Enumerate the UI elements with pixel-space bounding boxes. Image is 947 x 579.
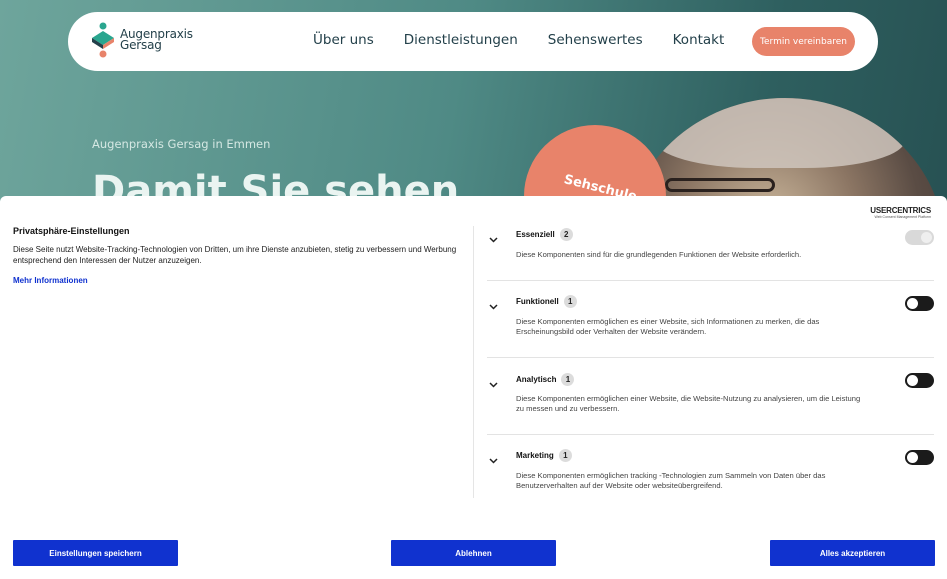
category-name: Essenziell	[516, 230, 555, 239]
chevron-down-icon[interactable]	[489, 230, 499, 243]
usercentrics-tagline: Web Consent Management Platform	[874, 215, 931, 219]
photo-hair	[655, 98, 905, 168]
category-header: Marketing 1	[516, 449, 572, 462]
category-essenziell: Essenziell 2 Diese Komponenten sind für …	[487, 228, 934, 268]
toggle-marketing[interactable]	[905, 450, 934, 465]
category-count-badge: 1	[561, 373, 575, 386]
photo-glasses	[665, 178, 775, 192]
category-funktionell: Funktionell 1 Diese Komponenten ermöglic…	[487, 295, 934, 343]
consent-description: Diese Seite nutzt Website-Tracking-Techn…	[13, 245, 457, 265]
category-divider	[487, 280, 934, 281]
chevron-down-icon[interactable]	[489, 297, 499, 310]
toggle-essenziell	[905, 230, 934, 245]
category-description: Diese Komponenten sind für die grundlege…	[516, 250, 802, 259]
consent-title: Privatsphäre-Einstellungen	[13, 226, 130, 236]
category-header: Analytisch 1	[516, 373, 575, 386]
chevron-down-icon[interactable]	[489, 451, 499, 464]
category-description: Diese Komponenten ermöglichen tracking -…	[516, 471, 826, 490]
save-settings-button[interactable]: Einstellungen speichern	[13, 540, 178, 566]
consent-intro: Privatsphäre-Einstellungen Diese Seite n…	[13, 226, 463, 288]
usercentrics-wordmark: USERCENTRICS	[870, 206, 931, 215]
nav-item-ueber-uns[interactable]: Über uns	[313, 32, 374, 48]
category-analytisch: Analytisch 1 Diese Komponenten ermöglich…	[487, 373, 934, 421]
category-divider	[487, 434, 934, 435]
category-header: Funktionell 1	[516, 295, 577, 308]
category-count-badge: 2	[559, 228, 573, 241]
category-marketing: Marketing 1 Diese Komponenten ermögliche…	[487, 449, 934, 497]
accept-all-button[interactable]: Alles akzeptieren	[770, 540, 935, 566]
toggle-analytisch[interactable]	[905, 373, 934, 388]
privacy-consent-panel: USERCENTRICS Web Consent Management Plat…	[0, 196, 947, 579]
nav-item-kontakt[interactable]: Kontakt	[673, 32, 725, 48]
hero-subtitle: Augenpraxis Gersag in Emmen	[92, 137, 271, 151]
category-description: Diese Komponenten ermöglichen einer Webs…	[516, 394, 861, 413]
brand-logo[interactable]: Augenpraxis Gersag	[90, 22, 193, 58]
category-name: Funktionell	[516, 297, 559, 306]
category-name: Marketing	[516, 451, 554, 460]
category-header: Essenziell 2	[516, 228, 573, 241]
logo-mark-icon	[90, 22, 116, 58]
deny-button[interactable]: Ablehnen	[391, 540, 556, 566]
nav-item-dienstleistungen[interactable]: Dienstleistungen	[404, 32, 518, 48]
category-description: Diese Komponenten ermöglichen es einer W…	[516, 317, 820, 336]
category-count-badge: 1	[558, 449, 572, 462]
chevron-down-icon[interactable]	[489, 375, 499, 388]
appointment-button[interactable]: Termin vereinbaren	[752, 27, 855, 56]
brand-name: Augenpraxis Gersag	[120, 28, 193, 52]
column-divider	[473, 226, 474, 498]
nav-links: Über uns Dienstleistungen Sehenswertes K…	[313, 32, 754, 48]
nav-item-sehenswertes[interactable]: Sehenswertes	[548, 32, 643, 48]
category-divider	[487, 357, 934, 358]
category-count-badge: 1	[563, 295, 577, 308]
category-name: Analytisch	[516, 375, 557, 384]
usercentrics-logo: USERCENTRICS Web Consent Management Plat…	[870, 206, 931, 219]
more-info-link[interactable]: Mehr Informationen	[13, 276, 88, 285]
toggle-funktionell[interactable]	[905, 296, 934, 311]
brand-name-line2: Gersag	[120, 38, 162, 52]
top-navigation: Augenpraxis Gersag Über uns Dienstleistu…	[68, 12, 878, 71]
